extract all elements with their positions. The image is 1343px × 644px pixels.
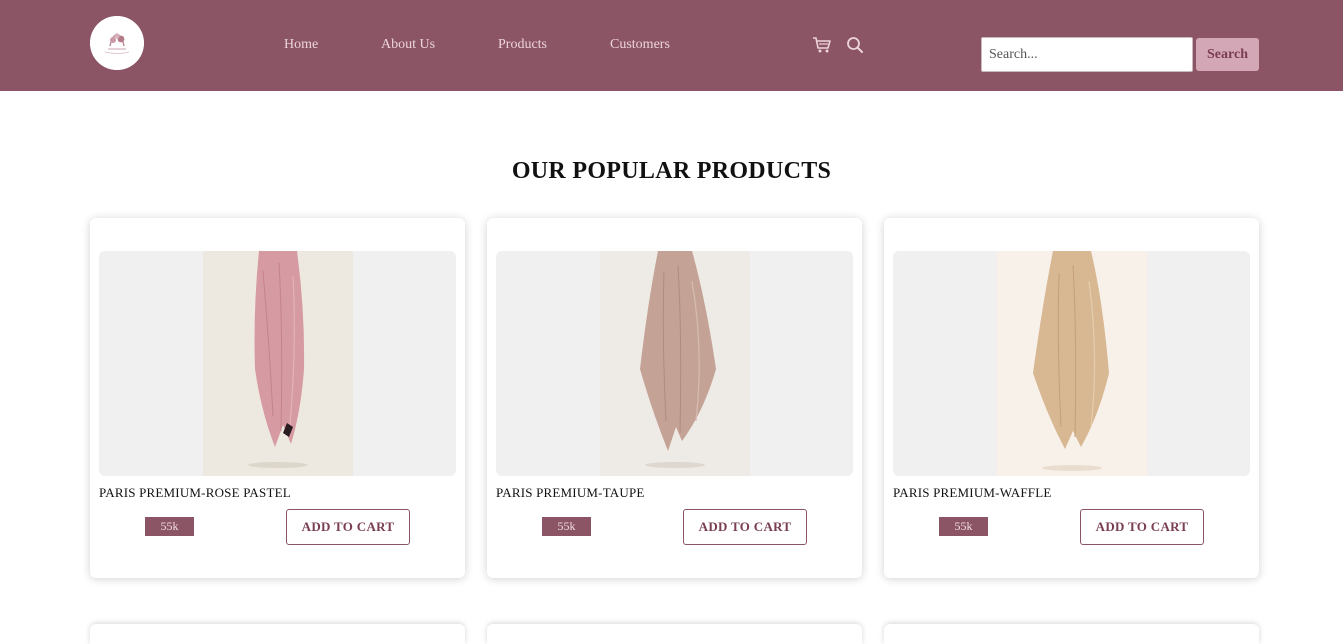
- cart-icon[interactable]: [812, 36, 832, 54]
- price-badge: 55k: [939, 517, 988, 536]
- product-card-partial: [90, 624, 465, 644]
- product-name: PARIS PREMIUM-WAFFLE: [893, 485, 1052, 500]
- product-name: PARIS PREMIUM-TAUPE: [496, 485, 645, 500]
- product-card: PARIS PREMIUM-ROSE PASTEL 55k ADD TO CAR…: [90, 218, 465, 578]
- product-card: PARIS PREMIUM-TAUPE 55k ADD TO CART: [487, 218, 862, 578]
- search-icon[interactable]: [846, 36, 866, 54]
- logo-icon: [90, 16, 144, 70]
- product-image[interactable]: [99, 251, 456, 476]
- section-title: OUR POPULAR PRODUCTS: [511, 158, 832, 184]
- product-card: PARIS PREMIUM-WAFFLE 55k ADD TO CART: [884, 218, 1259, 578]
- scarf-photo: [203, 251, 353, 476]
- product-image[interactable]: [496, 251, 853, 476]
- product-card-partial: [487, 624, 862, 644]
- product-card-partial: [884, 624, 1259, 644]
- product-name: PARIS PREMIUM-ROSE PASTEL: [99, 485, 291, 500]
- scarf-photo: [600, 251, 750, 476]
- add-to-cart-button[interactable]: ADD TO CART: [1080, 509, 1204, 545]
- navbar: Home About Us Products Customers Search: [0, 0, 1343, 91]
- scarf-photo: [997, 251, 1147, 476]
- price-badge: 55k: [542, 517, 591, 536]
- nav-link-products[interactable]: Products: [498, 37, 547, 53]
- product-image[interactable]: [893, 251, 1250, 476]
- search-input[interactable]: [981, 37, 1193, 72]
- brand-logo[interactable]: [90, 16, 144, 70]
- price-badge: 55k: [145, 517, 194, 536]
- add-to-cart-button[interactable]: ADD TO CART: [683, 509, 807, 545]
- search-button[interactable]: Search: [1196, 38, 1259, 71]
- nav-link-about-us[interactable]: About Us: [381, 37, 435, 53]
- nav-link-home[interactable]: Home: [284, 37, 318, 53]
- nav-link-customers[interactable]: Customers: [610, 37, 670, 53]
- add-to-cart-button[interactable]: ADD TO CART: [286, 509, 410, 545]
